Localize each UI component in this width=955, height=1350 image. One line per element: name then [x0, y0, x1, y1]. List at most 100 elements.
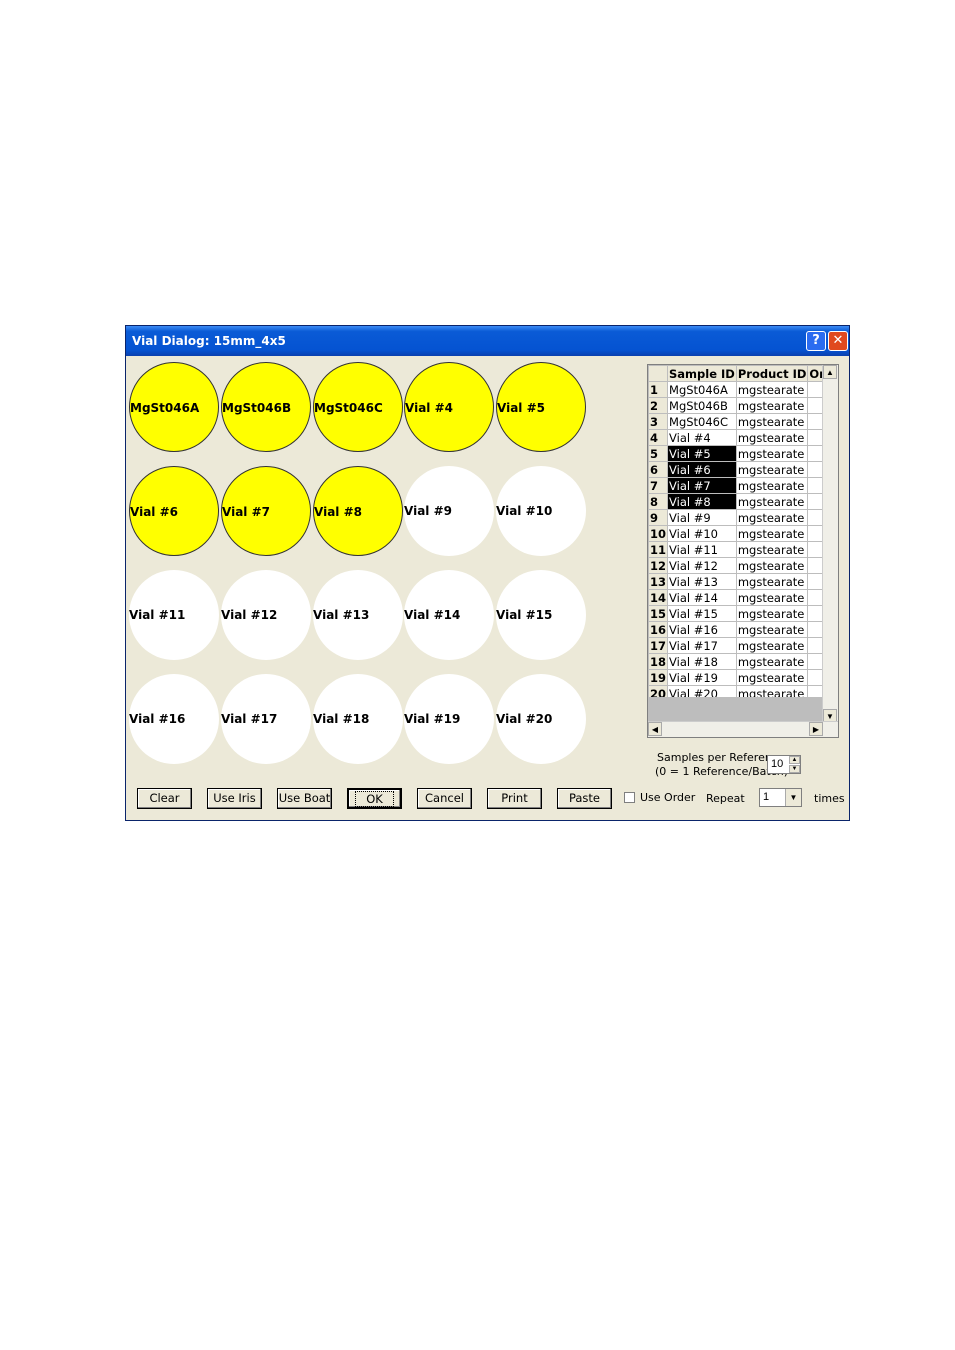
table-row[interactable]: 6Vial #6mgstearate6	[648, 461, 838, 478]
table-row[interactable]: 18 Vial #18 mgstearate	[648, 653, 838, 670]
vial-slot[interactable]: Vial #15	[496, 570, 586, 660]
close-button[interactable]: ✕	[828, 331, 848, 351]
table-row[interactable]: 8Vial #8mgstearate8	[648, 493, 838, 510]
sample-id-cell[interactable]: Vial #5	[667, 445, 737, 462]
vial-slot[interactable]: MgSt046C	[313, 362, 403, 452]
product-id-cell[interactable]: mgstearate	[735, 461, 809, 478]
product-id-cell[interactable]: mgstearate	[735, 525, 809, 542]
table-row[interactable]: 14 Vial #14 mgstearate	[648, 589, 838, 606]
use-iris-button[interactable]: Use Iris	[207, 788, 262, 809]
sample-table[interactable]: Sample ID Product ID Order 1MgSt046Amgst…	[647, 364, 839, 738]
product-id-cell[interactable]: mgstearate	[735, 669, 809, 686]
print-button[interactable]: Print	[487, 788, 542, 809]
product-id-cell[interactable]: mgstearate	[735, 589, 809, 606]
sample-id-cell[interactable]: MgSt046C	[667, 413, 737, 430]
vial-slot[interactable]: Vial #9	[404, 466, 494, 556]
vial-slot[interactable]: Vial #19	[404, 674, 494, 764]
product-id-cell[interactable]: mgstearate	[735, 445, 809, 462]
cancel-button[interactable]: Cancel	[417, 788, 472, 809]
use-order-checkbox[interactable]	[624, 792, 635, 803]
product-id-cell[interactable]: mgstearate	[735, 557, 809, 574]
vial-slot[interactable]: Vial #18	[313, 674, 403, 764]
vertical-scrollbar[interactable]: ▲ ▼	[822, 365, 838, 723]
clear-button[interactable]: Clear	[137, 788, 192, 809]
vial-slot[interactable]: Vial #20	[496, 674, 586, 764]
sample-id-cell[interactable]: Vial #7	[667, 477, 737, 494]
ok-button[interactable]: OK	[347, 788, 402, 809]
sample-id-cell[interactable]: Vial #11	[667, 541, 737, 558]
vial-slot[interactable]: Vial #5	[496, 362, 586, 452]
vial-slot[interactable]: Vial #4	[404, 362, 494, 452]
vial-slot[interactable]: MgSt046B	[221, 362, 311, 452]
vial-slot[interactable]: Vial #17	[221, 674, 311, 764]
product-id-cell[interactable]: mgstearate	[735, 509, 809, 526]
table-row[interactable]: 9 Vial #9 mgstearate	[648, 509, 838, 526]
table-row[interactable]: 12 Vial #12 mgstearate	[648, 557, 838, 574]
product-id-cell[interactable]: mgstearate	[735, 573, 809, 590]
sample-id-cell[interactable]: Vial #12	[667, 557, 737, 574]
sample-id-cell[interactable]: Vial #18	[667, 653, 737, 670]
table-row[interactable]: 4Vial #4mgstearate4	[648, 429, 838, 446]
vial-slot[interactable]: Vial #13	[313, 570, 403, 660]
table-row[interactable]: 16 Vial #16 mgstearate	[648, 621, 838, 638]
sample-id-cell[interactable]: Vial #6	[667, 461, 737, 478]
samples-per-reference-stepper[interactable]: 10 ▲ ▼	[767, 755, 801, 774]
paste-button[interactable]: Paste	[557, 788, 612, 809]
sample-id-cell[interactable]: Vial #16	[667, 621, 737, 638]
table-row[interactable]: 15 Vial #15 mgstearate	[648, 605, 838, 622]
product-id-cell[interactable]: mgstearate	[735, 429, 809, 446]
product-id-cell[interactable]: mgstearate	[735, 477, 809, 494]
sample-id-cell[interactable]: Vial #8	[667, 493, 737, 510]
sample-id-cell[interactable]: Vial #19	[667, 669, 737, 686]
product-id-cell[interactable]: mgstearate	[735, 637, 809, 654]
vial-slot[interactable]: Vial #16	[129, 674, 219, 764]
scroll-right-icon[interactable]: ▶	[809, 722, 823, 736]
vial-slot[interactable]: Vial #14	[404, 570, 494, 660]
table-row[interactable]: 1MgSt046Amgstearate1	[648, 381, 838, 398]
stepper-up-icon[interactable]: ▲	[789, 756, 800, 764]
horizontal-scrollbar[interactable]: ◀ ▶	[648, 721, 838, 737]
scroll-up-icon[interactable]: ▲	[823, 365, 837, 379]
sample-id-cell[interactable]: MgSt046A	[667, 381, 737, 398]
product-id-cell[interactable]: mgstearate	[735, 493, 809, 510]
vial-slot[interactable]: Vial #10	[496, 466, 586, 556]
table-row[interactable]: 13 Vial #13 mgstearate	[648, 573, 838, 590]
table-row[interactable]: 5Vial #5mgstearate5	[648, 445, 838, 462]
vial-slot[interactable]: Vial #12	[221, 570, 311, 660]
header-product-id[interactable]: Product ID	[735, 365, 809, 382]
product-id-cell[interactable]: mgstearate	[735, 653, 809, 670]
use-boat-button[interactable]: Use Boat	[277, 788, 332, 809]
table-row[interactable]: 19 Vial #19 mgstearate	[648, 669, 838, 686]
sample-id-cell[interactable]: Vial #14	[667, 589, 737, 606]
help-button[interactable]: ?	[806, 331, 826, 351]
title-bar[interactable]: Vial Dialog: 15mm_4x5 ? ✕	[126, 326, 849, 356]
product-id-cell[interactable]: mgstearate	[735, 413, 809, 430]
product-id-cell[interactable]: mgstearate	[735, 621, 809, 638]
table-row[interactable]: 3MgSt046Cmgstearate3	[648, 413, 838, 430]
sample-id-cell[interactable]: Vial #17	[667, 637, 737, 654]
sample-id-cell[interactable]: Vial #9	[667, 509, 737, 526]
product-id-cell[interactable]: mgstearate	[735, 541, 809, 558]
table-row[interactable]: 11 Vial #11 mgstearate	[648, 541, 838, 558]
sample-id-cell[interactable]: MgSt046B	[667, 397, 737, 414]
vial-slot[interactable]: Vial #8	[313, 466, 403, 556]
sample-id-cell[interactable]: Vial #10	[667, 525, 737, 542]
scroll-left-icon[interactable]: ◀	[648, 722, 662, 736]
repeat-select[interactable]: 1 ▼	[759, 788, 802, 807]
vial-slot[interactable]: Vial #6	[129, 466, 219, 556]
product-id-cell[interactable]: mgstearate	[735, 605, 809, 622]
vial-slot[interactable]: MgSt046A	[129, 362, 219, 452]
table-row[interactable]: 17 Vial #17 mgstearate	[648, 637, 838, 654]
table-row[interactable]: 7Vial #7mgstearate7	[648, 477, 838, 494]
sample-id-cell[interactable]: Vial #4	[667, 429, 737, 446]
chevron-down-icon[interactable]: ▼	[785, 789, 801, 806]
table-row[interactable]: 2MgSt046Bmgstearate2	[648, 397, 838, 414]
sample-id-cell[interactable]: Vial #13	[667, 573, 737, 590]
product-id-cell[interactable]: mgstearate	[735, 397, 809, 414]
vial-slot[interactable]: Vial #11	[129, 570, 219, 660]
sample-id-cell[interactable]: Vial #15	[667, 605, 737, 622]
header-sample-id[interactable]: Sample ID	[667, 365, 737, 382]
vial-slot[interactable]: Vial #7	[221, 466, 311, 556]
product-id-cell[interactable]: mgstearate	[735, 381, 809, 398]
stepper-down-icon[interactable]: ▼	[789, 765, 800, 773]
